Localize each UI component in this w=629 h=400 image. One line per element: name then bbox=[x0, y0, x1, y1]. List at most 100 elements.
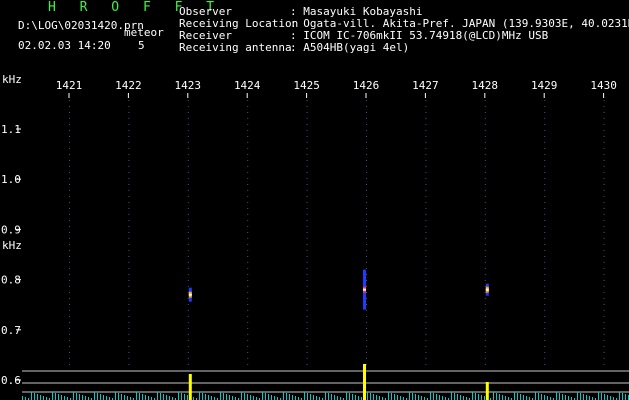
time-tick-label: 1430 bbox=[590, 79, 617, 92]
noise-bar bbox=[43, 396, 44, 400]
grid-dot bbox=[484, 148, 486, 149]
noise-bar bbox=[202, 393, 203, 400]
grid-dot bbox=[69, 232, 70, 233]
grid-dot bbox=[187, 310, 189, 311]
grid-dot bbox=[544, 268, 546, 269]
grid-dot bbox=[69, 220, 70, 221]
grid-dot bbox=[544, 220, 546, 221]
grid-dot bbox=[425, 262, 427, 263]
noise-bar bbox=[415, 394, 416, 400]
time-axis: 1421 1422 1423 1424 1425 1426 1427 1428 1429 1430 bbox=[56, 79, 617, 98]
grid-dot bbox=[306, 130, 308, 131]
grid-dot bbox=[544, 256, 546, 257]
grid-dot bbox=[603, 340, 605, 341]
grid-dot bbox=[544, 334, 546, 335]
noise-bar bbox=[460, 395, 461, 400]
grid-dot bbox=[603, 166, 605, 167]
grid-dot bbox=[603, 178, 605, 179]
grid-dot bbox=[247, 166, 249, 167]
grid-dot bbox=[544, 166, 546, 167]
grid-dot bbox=[484, 328, 486, 329]
grid-dot bbox=[484, 256, 486, 257]
grid-dot bbox=[69, 112, 70, 113]
grid-dot bbox=[187, 202, 189, 203]
noise-bar bbox=[481, 395, 482, 400]
grid-dot bbox=[425, 328, 427, 329]
grid-dot bbox=[306, 160, 308, 161]
grid-dot bbox=[128, 220, 130, 221]
grid-dot bbox=[425, 346, 427, 347]
noise-bar bbox=[457, 394, 458, 400]
grid-dot bbox=[484, 220, 486, 221]
grid-dot bbox=[366, 196, 367, 197]
grid-dot bbox=[544, 226, 546, 227]
grid-dot bbox=[603, 160, 605, 161]
noise-bar bbox=[178, 392, 179, 400]
noise-bar bbox=[274, 396, 275, 400]
grid-dot bbox=[425, 214, 427, 215]
noise-bar bbox=[556, 392, 557, 400]
noise-bar bbox=[358, 396, 359, 400]
grid-dot bbox=[366, 358, 367, 359]
grid-dot bbox=[366, 148, 367, 149]
grid-dot bbox=[69, 334, 70, 335]
grid-dot bbox=[366, 262, 367, 263]
grid-dot bbox=[425, 184, 427, 185]
grid-dot bbox=[247, 310, 249, 311]
noise-bar bbox=[262, 392, 263, 400]
grid-dot bbox=[484, 196, 486, 197]
grid-dot bbox=[247, 214, 249, 215]
grid-dot bbox=[425, 352, 427, 353]
noise-bar bbox=[283, 392, 284, 400]
grid-dot bbox=[187, 184, 189, 185]
grid-dot bbox=[366, 238, 367, 239]
time-tick-label: 1421 bbox=[56, 79, 83, 92]
grid-dot bbox=[425, 202, 427, 203]
grid-dot bbox=[69, 274, 70, 275]
grid-dot bbox=[366, 130, 367, 131]
grid-dot bbox=[603, 220, 605, 221]
grid-dot bbox=[544, 316, 546, 317]
grid-dot bbox=[247, 100, 249, 101]
time-tick-label: 1423 bbox=[175, 79, 202, 92]
grid-dot bbox=[306, 106, 308, 107]
grid-dot bbox=[128, 262, 130, 263]
grid-dot bbox=[306, 154, 308, 155]
grid-dot bbox=[484, 316, 486, 317]
grid-dot bbox=[603, 106, 605, 107]
grid-dot bbox=[187, 124, 189, 125]
noise-bar bbox=[538, 393, 539, 400]
grid-dot bbox=[187, 106, 189, 107]
grid-dot bbox=[484, 178, 486, 179]
grid-dot bbox=[247, 106, 249, 107]
grid-dot bbox=[247, 274, 249, 275]
noise-bar bbox=[409, 392, 410, 400]
grid-dot bbox=[128, 304, 130, 305]
noise-bar bbox=[430, 392, 431, 400]
grid-dot bbox=[128, 256, 130, 257]
grid-dot bbox=[544, 214, 546, 215]
grid-dot bbox=[603, 328, 605, 329]
noise-bar bbox=[619, 392, 620, 400]
noise-bar bbox=[220, 392, 221, 400]
grid-dot bbox=[128, 160, 130, 161]
grid-dot bbox=[187, 244, 189, 245]
grid-dot bbox=[247, 286, 249, 287]
grid-dot bbox=[603, 124, 605, 125]
grid-dot bbox=[128, 214, 130, 215]
grid-dot bbox=[128, 268, 130, 269]
time-tick-label: 1428 bbox=[472, 79, 499, 92]
grid-dot bbox=[425, 274, 427, 275]
grid-dot bbox=[366, 178, 367, 179]
noise-bar bbox=[142, 394, 143, 400]
noise-bar bbox=[208, 395, 209, 400]
grid-dot bbox=[603, 268, 605, 269]
grid-dot bbox=[544, 238, 546, 239]
grid-dot bbox=[366, 292, 367, 293]
noise-bar bbox=[94, 392, 95, 400]
noise-bar bbox=[85, 396, 86, 400]
grid-dot bbox=[69, 142, 70, 143]
grid-dot bbox=[366, 160, 367, 161]
time-tick-label: 1422 bbox=[115, 79, 142, 92]
grid-dot bbox=[247, 196, 249, 197]
